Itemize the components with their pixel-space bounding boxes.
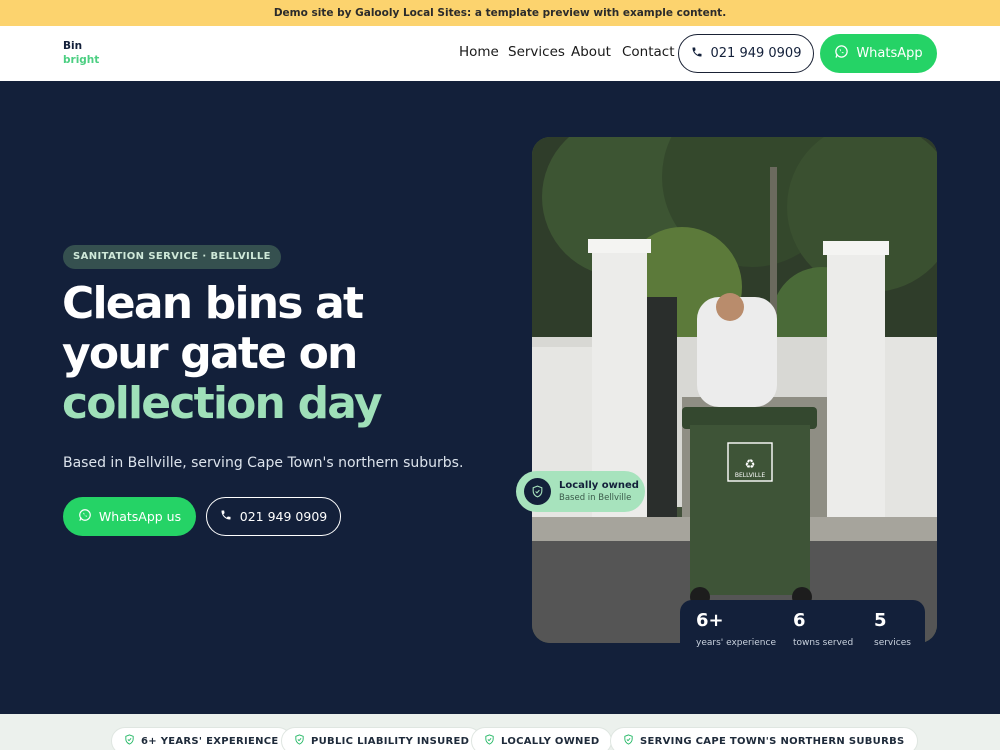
trust-chip-label: LOCALLY OWNED [501,735,600,747]
phone-icon [691,46,703,62]
trust-strip: 6+ YEARS' EXPERIENCE PUBLIC LIABILITY IN… [0,714,1000,750]
hero-photo: ♻ BELLVILLE [532,137,937,643]
demo-banner: Demo site by Galooly Local Sites: a temp… [0,0,1000,26]
site-header: Bin bright Home Services About Contact 0… [0,26,1000,81]
hero-section: SANITATION SERVICE · BELLVILLE Clean bin… [0,81,1000,714]
stat-experience: 6+ years' experience [696,610,776,648]
logo[interactable]: Bin bright [63,39,99,67]
stat-services: 5 services [874,610,911,648]
nav-phone-button[interactable]: 021 949 0909 [678,34,814,73]
stat-towns: 6 towns served [793,610,853,648]
hero-headline: Clean bins at your gate on collection da… [62,279,502,429]
nav-whatsapp-label: WhatsApp [856,46,923,61]
stat-services-label: services [874,638,911,648]
stat-services-value: 5 [874,610,887,631]
stats-panel: 6+ years' experience 6 towns served 5 se… [680,600,925,663]
stat-towns-value: 6 [793,610,806,631]
hero-phone-label: 021 949 0909 [239,509,328,524]
nav-whatsapp-button[interactable]: WhatsApp [820,34,937,73]
stat-experience-label: years' experience [696,638,776,648]
hero-whatsapp-label: WhatsApp us [98,509,182,524]
nav-about[interactable]: About [571,44,611,60]
headline-line2: your gate on [62,328,358,379]
badge-title: Locally owned [559,479,639,491]
shield-check-icon [294,734,305,748]
whatsapp-icon [78,508,92,525]
trust-chip-insured: PUBLIC LIABILITY INSURED [281,727,483,750]
whatsapp-icon [834,44,849,63]
locally-owned-badge: Locally owned Based in Bellville [516,471,645,512]
badge-subtitle: Based in Bellville [559,492,632,503]
trust-chip-local: LOCALLY OWNED [471,727,613,750]
hero-whatsapp-button[interactable]: WhatsApp us [63,497,196,536]
logo-line1: Bin [63,40,83,52]
headline-line1: Clean bins at [62,278,364,329]
phone-icon [220,509,232,524]
shield-check-icon [124,734,135,748]
hero-subtitle: Based in Bellville, serving Cape Town's … [63,455,464,471]
nav-services[interactable]: Services [508,44,565,60]
shield-check-icon [623,734,634,748]
hero-tag: SANITATION SERVICE · BELLVILLE [63,245,281,269]
bin-label: BELLVILLE [735,472,765,479]
trust-chip-suburbs: SERVING CAPE TOWN'S NORTHERN SUBURBS [610,727,918,750]
shield-check-icon [524,478,551,505]
stat-experience-value: 6+ [696,610,724,631]
svg-text:♻: ♻ [745,457,756,471]
hero-phone-button[interactable]: 021 949 0909 [206,497,341,536]
nav-contact[interactable]: Contact [622,44,675,60]
trust-chip-label: PUBLIC LIABILITY INSURED [311,735,470,747]
nav-home[interactable]: Home [459,44,499,60]
shield-check-icon [484,734,495,748]
demo-banner-text: Demo site by Galooly Local Sites: a temp… [273,7,727,19]
trust-chip-label: 6+ YEARS' EXPERIENCE [141,735,279,747]
trust-chip-label: SERVING CAPE TOWN'S NORTHERN SUBURBS [640,735,905,747]
nav-phone-label: 021 949 0909 [710,46,802,61]
logo-line2: bright [63,54,100,66]
stat-towns-label: towns served [793,638,854,648]
headline-accent: collection day [62,378,383,429]
trust-chip-experience: 6+ YEARS' EXPERIENCE [111,727,292,750]
